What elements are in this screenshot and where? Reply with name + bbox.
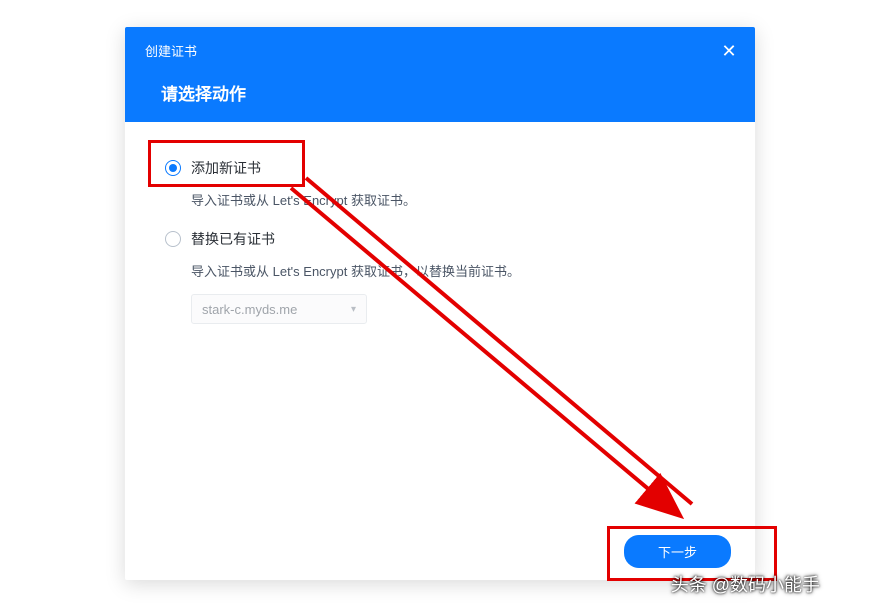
next-button[interactable]: 下一步 [624, 535, 731, 568]
modal-body: 添加新证书 导入证书或从 Let's Encrypt 获取证书。 替换已有证书 … [125, 122, 755, 522]
chevron-down-icon: ▾ [351, 304, 356, 315]
radio-add-new-label: 添加新证书 [191, 158, 261, 178]
close-icon[interactable]: ✕ [719, 41, 739, 61]
modal-header: 创建证书 ✕ 请选择动作 [125, 27, 755, 122]
radio-option-replace: 替换已有证书 导入证书或从 Let's Encrypt 获取证书，以替换当前证书… [161, 223, 719, 324]
radio-dot-icon [169, 164, 177, 172]
radio-button-icon [165, 231, 181, 247]
radio-replace-desc: 导入证书或从 Let's Encrypt 获取证书，以替换当前证书。 [191, 261, 719, 280]
modal-footer: 下一步 [125, 522, 755, 580]
create-certificate-modal: 创建证书 ✕ 请选择动作 添加新证书 导入证书或从 Let's Encrypt … [125, 27, 755, 580]
modal-subtitle: 请选择动作 [125, 60, 755, 105]
watermark: 头条 @数码小能手 [671, 571, 820, 597]
dropdown-row: stark-c.myds.me ▾ [191, 294, 719, 324]
dropdown-value: stark-c.myds.me [202, 302, 297, 317]
radio-replace[interactable]: 替换已有证书 [161, 223, 719, 255]
modal-title-bar: 创建证书 ✕ [125, 27, 755, 60]
certificate-dropdown[interactable]: stark-c.myds.me ▾ [191, 294, 367, 324]
radio-add-new[interactable]: 添加新证书 [161, 152, 719, 184]
radio-replace-label: 替换已有证书 [191, 229, 275, 249]
radio-add-new-desc: 导入证书或从 Let's Encrypt 获取证书。 [191, 190, 719, 209]
modal-title: 创建证书 [145, 41, 735, 60]
radio-option-add-new: 添加新证书 导入证书或从 Let's Encrypt 获取证书。 [161, 152, 719, 209]
radio-button-icon [165, 160, 181, 176]
watermark-text: 头条 @数码小能手 [671, 571, 820, 597]
